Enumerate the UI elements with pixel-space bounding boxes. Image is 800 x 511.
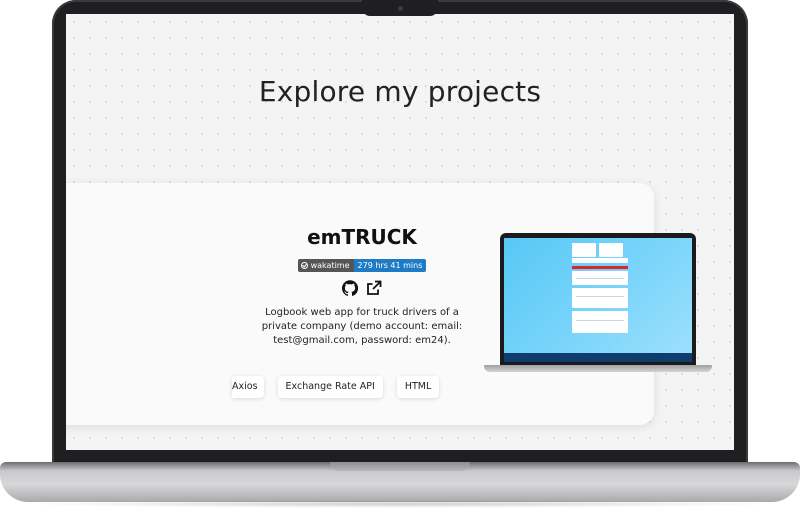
project-description: Logbook web app for truck drivers of a p… (261, 307, 463, 346)
wakatime-badge[interactable]: wakatime 279 hrs 41 mins (297, 259, 427, 272)
badge-label: wakatime (310, 261, 350, 270)
tech-pill: HTML (396, 376, 440, 398)
laptop-opening-notch (330, 462, 470, 471)
screen: Explore my projects emTRUCK wakatime 279… (66, 14, 734, 450)
camera-icon (398, 6, 403, 11)
external-link-icon[interactable] (366, 280, 382, 296)
project-preview-image[interactable] (484, 233, 712, 381)
tech-pill: Axios (232, 376, 264, 398)
preview-screen (504, 238, 692, 362)
section-title: Explore my projects (258, 75, 542, 108)
wakatime-icon (300, 262, 308, 269)
github-icon[interactable] (341, 280, 359, 296)
tech-pill: Exchange Rate API (277, 376, 383, 398)
tech-list: Axios Exchange Rate API HTML (232, 376, 440, 398)
badge-value: 279 hrs 41 mins (353, 259, 427, 272)
